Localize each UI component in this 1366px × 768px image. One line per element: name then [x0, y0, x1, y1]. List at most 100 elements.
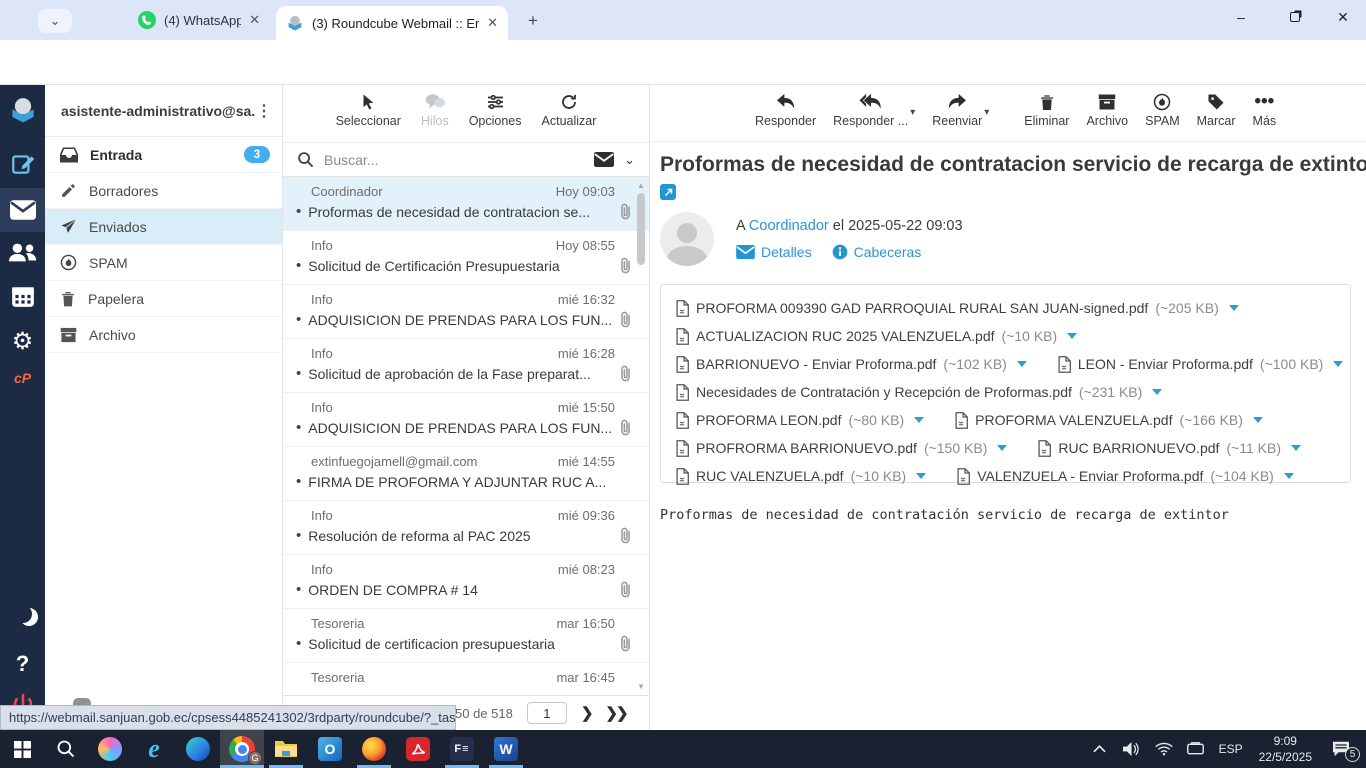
attachment-menu-icon[interactable]	[1333, 361, 1343, 367]
refresh-list-button[interactable]: Actualizar	[542, 93, 597, 128]
tray-expand-icon[interactable]	[1087, 745, 1113, 753]
attachment-item[interactable]: ACTUALIZACION RUC 2025 VALENZUELA.pdf(~1…	[675, 328, 1077, 345]
search-scope-mail-icon[interactable]	[594, 152, 614, 167]
attachment-item[interactable]: PROFORMA 009390 GAD PARROQUIAL RURAL SAN…	[675, 300, 1239, 317]
details-toggle[interactable]: Detalles	[736, 244, 812, 260]
spam-button[interactable]: SPAM	[1145, 93, 1180, 128]
attachment-menu-icon[interactable]	[997, 445, 1007, 451]
tab-close-icon[interactable]: ✕	[249, 12, 260, 28]
search-bar[interactable]: Buscar... ⌄	[283, 142, 649, 177]
sidebar-item-archivo[interactable]: Archivo	[45, 317, 282, 353]
list-scrollbar[interactable]: ▲ ▼	[636, 179, 646, 693]
firefox-button[interactable]	[352, 730, 396, 768]
chrome-button[interactable]: G	[220, 730, 264, 768]
attachment-menu-icon[interactable]	[1253, 417, 1263, 423]
outlook-button[interactable]: O	[308, 730, 352, 768]
calendar-icon[interactable]	[10, 283, 36, 309]
start-button[interactable]	[0, 730, 44, 768]
scroll-down-icon[interactable]: ▼	[636, 682, 646, 691]
tab-whatsapp[interactable]: (4) WhatsApp ✕	[128, 0, 270, 40]
account-header[interactable]: asistente-administrativo@sa... ⋮	[45, 85, 282, 137]
next-page-icon[interactable]: ❯	[581, 704, 592, 722]
sidebar-item-spam[interactable]: SPAM	[45, 245, 282, 281]
threads-button[interactable]: Hilos	[421, 93, 449, 128]
attachment-menu-icon[interactable]	[1291, 445, 1301, 451]
reply-button[interactable]: Responder	[755, 93, 816, 128]
display-connect-icon[interactable]	[1183, 742, 1209, 756]
sidebar-item-papelera[interactable]: Papelera	[45, 281, 282, 317]
taskbar-search-button[interactable]	[44, 730, 88, 768]
tab-close-icon[interactable]: ✕	[487, 15, 498, 31]
wifi-icon[interactable]	[1151, 742, 1177, 756]
attachment-item[interactable]: VALENZUELA - Enviar Proforma.pdf(~104 KB…	[956, 468, 1294, 485]
forward-menu-icon[interactable]: ▾	[984, 107, 989, 118]
notification-center-button[interactable]: 5	[1324, 741, 1358, 757]
message-row[interactable]: Tesoreriamar 16:50 •Solicitud de certifi…	[283, 609, 649, 663]
window-minimize-button[interactable]: –	[1218, 0, 1264, 34]
acrobat-button[interactable]	[396, 730, 440, 768]
fes-app-button[interactable]: F≡	[440, 730, 484, 768]
scrollbar-thumb[interactable]	[637, 193, 645, 265]
contacts-icon[interactable]	[8, 240, 38, 264]
headers-toggle[interactable]: Cabeceras	[832, 244, 922, 260]
window-close-button[interactable]: ✕	[1320, 0, 1366, 34]
attachment-menu-icon[interactable]	[1017, 361, 1027, 367]
attachment-menu-icon[interactable]	[1067, 333, 1077, 339]
attachment-item[interactable]: BARRIONUEVO - Enviar Proforma.pdf(~102 K…	[675, 356, 1027, 373]
internet-explorer-button[interactable]: e	[132, 730, 176, 768]
mark-button[interactable]: Marcar	[1197, 93, 1236, 128]
message-row[interactable]: extinfuegojamell@gmail.commié 14:55 •FIR…	[283, 447, 649, 501]
file-explorer-button[interactable]	[264, 730, 308, 768]
dark-mode-moon-icon[interactable]	[14, 605, 32, 623]
word-button[interactable]: W	[484, 730, 528, 768]
attachment-item[interactable]: RUC BARRIONUEVO.pdf(~11 KB)	[1037, 440, 1301, 457]
volume-icon[interactable]	[1119, 742, 1145, 756]
archive-button[interactable]: Archivo	[1086, 93, 1128, 128]
message-row[interactable]: Infomié 15:50 •ADQUISICION DE PRENDAS PA…	[283, 393, 649, 447]
attachment-menu-icon[interactable]	[914, 417, 924, 423]
settings-gear-icon[interactable]: ⚙	[12, 327, 34, 355]
message-row[interactable]: CoordinadorHoy 09:03 •Proformas de neces…	[283, 177, 649, 231]
message-row[interactable]: Infomié 16:32 •ADQUISICION DE PRENDAS PA…	[283, 285, 649, 339]
message-row[interactable]: Tesoreriamar 16:45	[283, 663, 649, 695]
mail-nav-icon[interactable]	[0, 188, 45, 232]
attachment-menu-icon[interactable]	[916, 473, 926, 479]
attachment-item[interactable]: Necesidades de Contratación y Recepción …	[675, 384, 1162, 401]
attachment-menu-icon[interactable]	[1284, 473, 1294, 479]
attachment-menu-icon[interactable]	[1152, 389, 1162, 395]
select-button[interactable]: Seleccionar	[336, 93, 401, 128]
reply-all-menu-icon[interactable]: ▾	[910, 107, 915, 118]
recipient-link[interactable]: Coordinador	[749, 218, 829, 234]
search-options-chevron-icon[interactable]: ⌄	[624, 152, 635, 168]
account-menu-icon[interactable]: ⋮	[256, 101, 272, 121]
last-page-icon[interactable]: ❯❯	[605, 704, 626, 722]
page-number-input[interactable]: 1	[527, 702, 567, 724]
open-in-new-window-icon[interactable]	[660, 184, 676, 200]
delete-button[interactable]: Eliminar	[1024, 93, 1069, 128]
compose-icon[interactable]	[10, 151, 36, 177]
tab-roundcube-active[interactable]: (3) Roundcube Webmail :: Envia ✕	[276, 6, 508, 40]
attachment-item[interactable]: RUC VALENZUELA.pdf(~10 KB)	[675, 468, 926, 485]
more-button[interactable]: ••• Más	[1253, 93, 1277, 128]
attachment-item[interactable]: PROFORMA VALENZUELA.pdf(~166 KB)	[954, 412, 1263, 429]
message-row[interactable]: Infomié 08:23 •ORDEN DE COMPRA # 14	[283, 555, 649, 609]
window-restore-button[interactable]	[1272, 0, 1318, 34]
attachment-item[interactable]: LEON - Enviar Proforma.pdf(~100 KB)	[1057, 356, 1344, 373]
sidebar-item-entrada[interactable]: Entrada 3	[45, 137, 282, 173]
attachment-item[interactable]: PROFRORMA BARRIONUEVO.pdf(~150 KB)	[675, 440, 1007, 457]
forward-button[interactable]: Reenviar	[932, 93, 982, 128]
edge-button[interactable]	[176, 730, 220, 768]
sidebar-item-enviados[interactable]: Enviados	[45, 209, 282, 245]
language-indicator[interactable]: ESP	[1215, 742, 1247, 756]
new-tab-button[interactable]: +	[520, 8, 546, 34]
options-button[interactable]: Opciones	[469, 93, 522, 128]
attachment-menu-icon[interactable]	[1229, 305, 1239, 311]
message-row[interactable]: Infomié 16:28 •Solicitud de aprobación d…	[283, 339, 649, 393]
reply-all-button[interactable]: Responder ...	[833, 93, 908, 128]
tab-search-button[interactable]: ⌄	[38, 9, 72, 33]
cpanel-icon[interactable]: cP	[14, 370, 31, 386]
message-row[interactable]: Infomié 09:36 •Resolución de reforma al …	[283, 501, 649, 555]
clock[interactable]: 9:09 22/5/2025	[1253, 733, 1318, 765]
scroll-up-icon[interactable]: ▲	[636, 181, 646, 190]
attachment-item[interactable]: PROFORMA LEON.pdf(~80 KB)	[675, 412, 924, 429]
